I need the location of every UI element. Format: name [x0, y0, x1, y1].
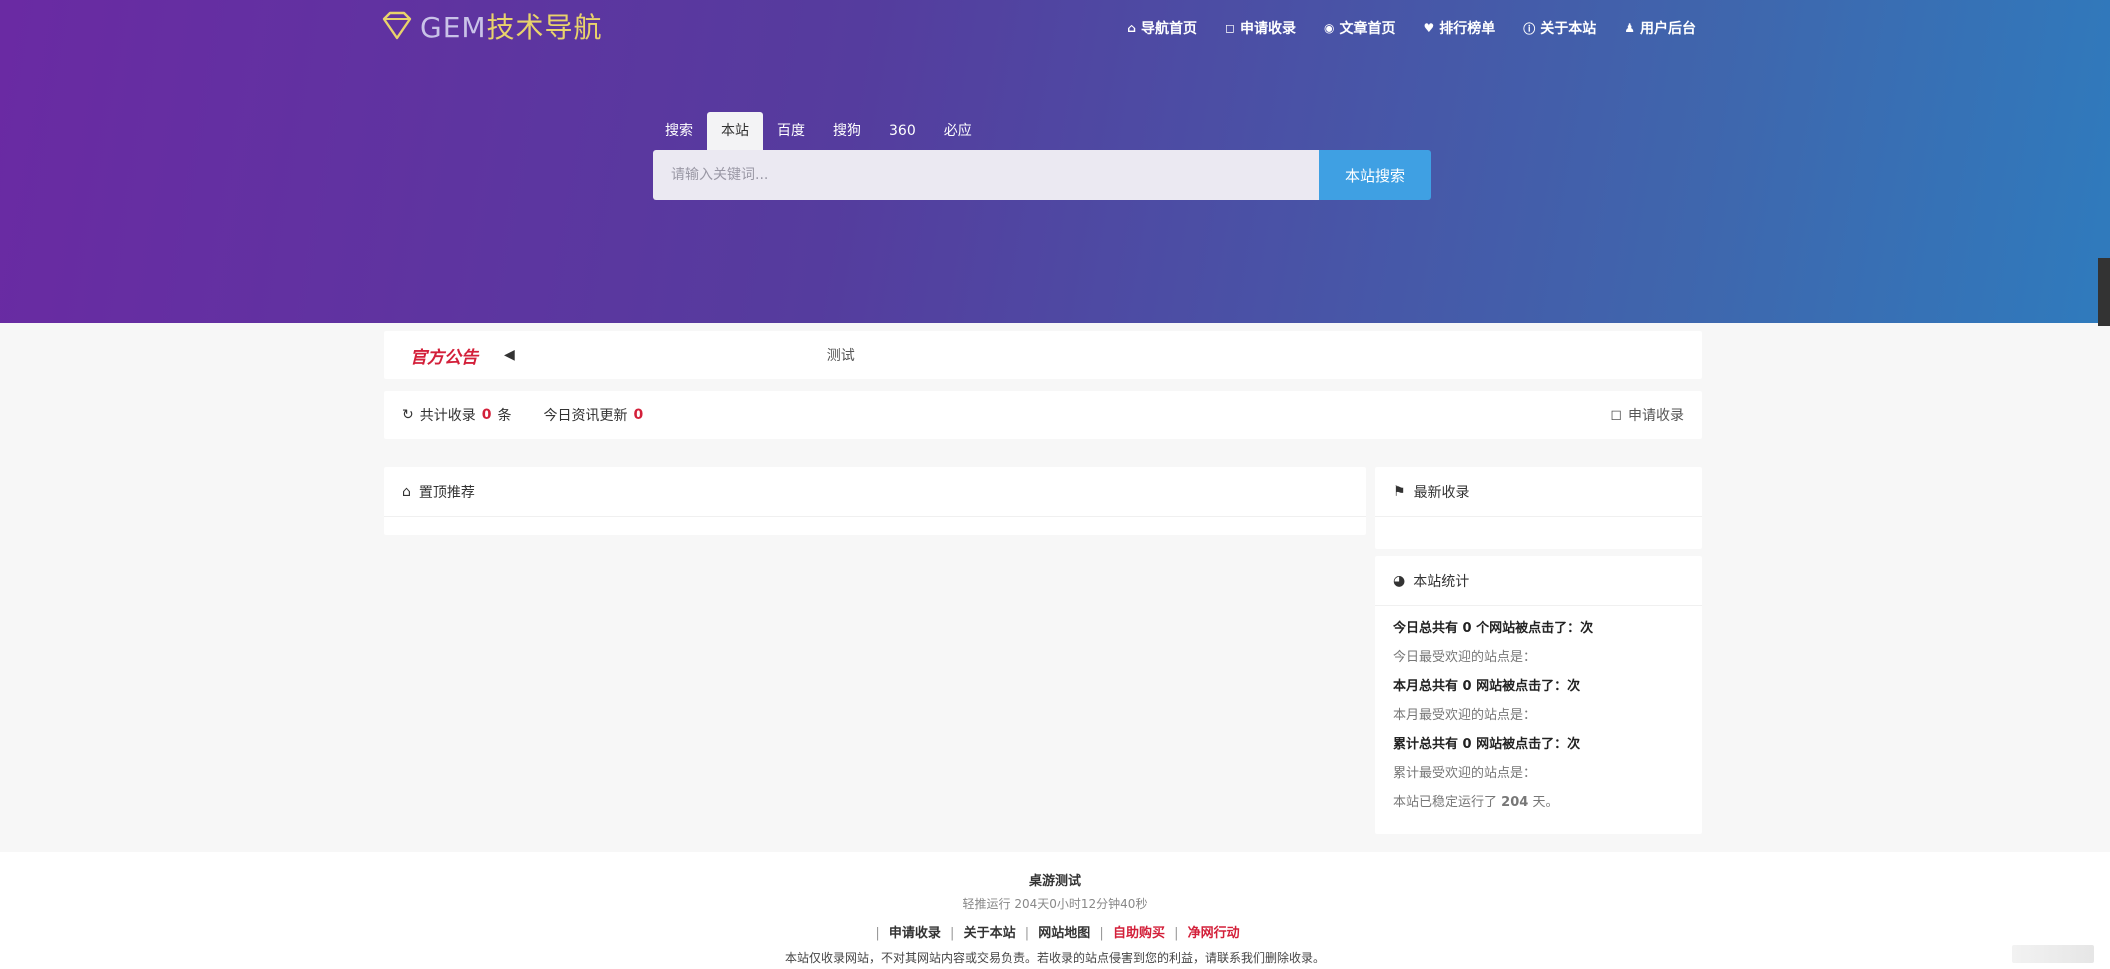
- stat-uptime: 本站已稳定运行了 204 天。: [1393, 788, 1684, 817]
- notice-title: 官方公告: [410, 347, 478, 368]
- footer-link-buy[interactable]: 自助购买: [1113, 926, 1165, 941]
- page-footer: 桌游测试 轻推运行 204天0小时12分钟40秒 | 申请收录 | 关于本站 |…: [0, 852, 2110, 969]
- apply-label: 申请收录: [1628, 408, 1684, 424]
- apply-icon: ◻: [1610, 407, 1622, 423]
- chart-icon: ◕: [1393, 572, 1406, 589]
- footer-link-cleannet[interactable]: 净网行动: [1188, 926, 1240, 941]
- apply-icon: ◻: [1225, 21, 1235, 35]
- tab-360[interactable]: 360: [875, 112, 930, 150]
- nav-about[interactable]: ⓘ 关于本站: [1523, 18, 1596, 38]
- home-icon: ⌂: [1127, 21, 1136, 35]
- tab-sogou[interactable]: 搜狗: [819, 112, 875, 150]
- notice-message[interactable]: 测试: [827, 345, 855, 365]
- bookmark-icon: ⚑: [1393, 483, 1406, 500]
- nav-apply[interactable]: ◻ 申请收录: [1225, 18, 1296, 38]
- watermark: [2012, 945, 2094, 963]
- about-icon: ⓘ: [1523, 21, 1536, 36]
- search-box: 搜索 本站 百度 搜狗 360 必应 本站搜索: [653, 112, 1431, 200]
- site-stats-body: 今日总共有 0 个网站被点击了：次 今日最受欢迎的站点是： 本月总共有 0 网站…: [1375, 606, 1702, 825]
- nav-home[interactable]: ⌂ 导航首页: [1127, 18, 1197, 38]
- footer-site-name: 桌游测试: [1028, 874, 1081, 889]
- site-stats-header: ◕ 本站统计: [1375, 556, 1702, 606]
- nav-articles[interactable]: ◉ 文章首页: [1324, 18, 1395, 38]
- nav-label: 申请收录: [1239, 21, 1296, 37]
- nav-label: 导航首页: [1141, 21, 1197, 37]
- stat-total-top: 累计最受欢迎的站点是：: [1393, 766, 1537, 781]
- site-name: GEM技术导航: [420, 11, 603, 44]
- refresh-icon: ↻: [402, 407, 414, 423]
- uptime-prefix: 本站已稳定运行了: [1393, 795, 1498, 810]
- tab-baidu[interactable]: 百度: [763, 112, 819, 150]
- site-logo[interactable]: GEM技术导航: [380, 6, 603, 46]
- nav-label: 排行榜单: [1439, 21, 1496, 37]
- search-input[interactable]: [653, 150, 1319, 200]
- footer-disclaimer: 本站仅收录网站，不对其网站内容或交易负责。若收录的站点侵害到您的利益，请联系我们…: [784, 951, 1325, 965]
- site-stats-title: 本站统计: [1413, 573, 1470, 590]
- footer-link-apply[interactable]: 申请收录: [889, 926, 941, 941]
- total-count: 0: [481, 407, 492, 423]
- nav-label: 关于本站: [1540, 21, 1597, 37]
- gem-icon: [382, 11, 412, 40]
- home-icon: ⌂: [402, 483, 411, 500]
- notice-bar: 官方公告 ◀ 测试: [384, 331, 1702, 379]
- footer-link-sitemap[interactable]: 网站地图: [1038, 926, 1090, 941]
- speaker-icon: ◀: [504, 347, 515, 363]
- hero-header: GEM技术导航 ⌂ 导航首页 ◻ 申请收录 ◉ 文章首页 ♥ 排行榜单 ⓘ 关于本站 ♟ 用…: [0, 0, 2110, 326]
- latest-header: ⚑ 最新收录: [1375, 467, 1702, 517]
- stat-month-top: 本月最受欢迎的站点是：: [1393, 708, 1537, 723]
- article-icon: ◉: [1323, 21, 1335, 35]
- side-handle[interactable]: [2098, 258, 2110, 326]
- total-label: 共计收录: [419, 408, 476, 424]
- stat-total-clicks: 累计总共有 0 网站被点击了：次: [1393, 737, 1581, 752]
- count-bar: ↻ 共计收录 0 条 今日资讯更新 0 ◻ 申请收录: [384, 391, 1702, 439]
- total-unit: 条: [497, 408, 512, 424]
- nav-ranking[interactable]: ♥ 排行榜单: [1423, 18, 1495, 38]
- rank-icon: ♥: [1423, 21, 1435, 35]
- latest-title: 最新收录: [1413, 484, 1470, 501]
- nav-label: 文章首页: [1339, 21, 1396, 37]
- search-button[interactable]: 本站搜索: [1319, 150, 1431, 200]
- top-nav: ⌂ 导航首页 ◻ 申请收录 ◉ 文章首页 ♥ 排行榜单 ⓘ 关于本站 ♟ 用户后台: [1127, 18, 1696, 38]
- stat-month-clicks: 本月总共有 0 网站被点击了：次: [1393, 679, 1581, 694]
- footer-uptime: 轻推运行 204天0小时12分钟40秒: [962, 897, 1148, 911]
- count-summary: ↻ 共计收录 0 条 今日资讯更新 0: [402, 405, 643, 425]
- stat-today-top: 今日最受欢迎的站点是：: [1393, 650, 1537, 665]
- footer-link-about[interactable]: 关于本站: [964, 926, 1016, 941]
- search-tabs: 搜索 本站 百度 搜狗 360 必应: [653, 112, 1431, 150]
- tab-bing[interactable]: 必应: [930, 112, 986, 150]
- apply-link[interactable]: ◻ 申请收录: [1610, 405, 1684, 425]
- tab-search[interactable]: 搜索: [653, 112, 707, 150]
- today-label: 今日资讯更新: [543, 408, 628, 424]
- footer-links: | 申请收录 | 关于本站 | 网站地图 | 自助购买 | 净网行动: [875, 926, 1240, 941]
- uptime-days: 204: [1501, 795, 1529, 810]
- user-icon: ♟: [1624, 21, 1635, 35]
- nav-label: 用户后台: [1640, 21, 1696, 37]
- tab-site[interactable]: 本站: [707, 112, 763, 150]
- latest-card: ⚑ 最新收录: [1375, 467, 1702, 549]
- search-row: 本站搜索: [653, 150, 1431, 200]
- site-stats-card: ◕ 本站统计 今日总共有 0 个网站被点击了：次 今日最受欢迎的站点是： 本月总…: [1375, 556, 1702, 834]
- today-count: 0: [633, 407, 644, 423]
- uptime-suffix: 天。: [1532, 795, 1559, 810]
- featured-title: 置顶推荐: [418, 484, 475, 501]
- featured-card: ⌂ 置顶推荐: [384, 467, 1366, 535]
- nav-user[interactable]: ♟ 用户后台: [1624, 18, 1696, 38]
- featured-header: ⌂ 置顶推荐: [384, 467, 1366, 517]
- stat-today-clicks: 今日总共有 0 个网站被点击了：次: [1393, 621, 1594, 636]
